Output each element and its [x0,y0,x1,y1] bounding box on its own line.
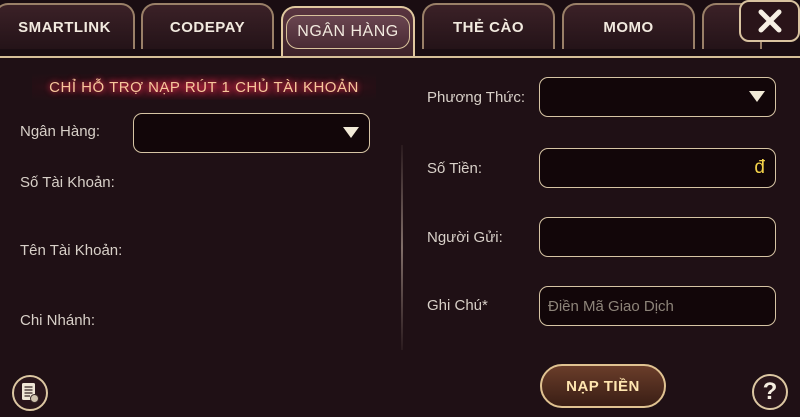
dropdown-caret-icon [749,91,765,102]
method-select[interactable] [539,77,776,117]
history-icon [22,383,39,403]
column-divider [401,145,403,350]
close-button[interactable] [739,0,800,42]
tab-label: NGÂN HÀNG [286,15,410,49]
note-input[interactable]: Điền Mã Giao Dịch [539,286,776,326]
bank-select[interactable] [133,113,370,153]
tab-ngan-hang[interactable]: NGÂN HÀNG [281,6,415,56]
currency-symbol: đ [754,157,765,178]
single-account-notice: CHỈ HỖ TRỢ NẠP RÚT 1 CHỦ TÀI KHOẢN [32,74,376,100]
amount-label: Số Tiền: [427,160,483,177]
note-placeholder: Điền Mã Giao Dịch [548,298,674,315]
deposit-button-label: NẠP TIỀN [566,377,640,395]
tab-codepay[interactable]: CODEPAY [141,3,274,49]
tab-momo[interactable]: MOMO [562,3,695,49]
dropdown-caret-icon [343,127,359,138]
tab-smartlink[interactable]: SMARTLINK [0,3,135,49]
sender-label: Người Gửi: [427,229,503,246]
account-name-label: Tên Tài Khoản: [20,242,123,259]
bank-label: Ngân Hàng: [20,123,101,140]
history-button[interactable] [12,375,48,411]
amount-input[interactable]: đ [539,148,776,188]
tab-label: CODEPAY [169,18,246,36]
method-label: Phương Thức: [427,89,526,106]
tab-label: MOMO [603,18,654,36]
note-label: Ghi Chú* [427,297,488,314]
deposit-button[interactable]: NẠP TIỀN [540,364,666,408]
branch-label: Chi Nhánh: [20,312,96,329]
account-number-label: Số Tài Khoản: [20,174,115,191]
tab-label: THẺ CÀO [453,18,524,36]
close-icon [758,9,781,33]
help-button[interactable]: ? [752,374,788,410]
tab-bar: SMARTLINK CODEPAY NGÂN HÀNG THẺ CÀO MOMO [0,0,800,58]
sender-input[interactable] [539,217,776,257]
tab-label: SMARTLINK [18,18,111,36]
help-icon: ? [762,378,778,405]
tab-the-cao[interactable]: THẺ CÀO [422,3,555,49]
